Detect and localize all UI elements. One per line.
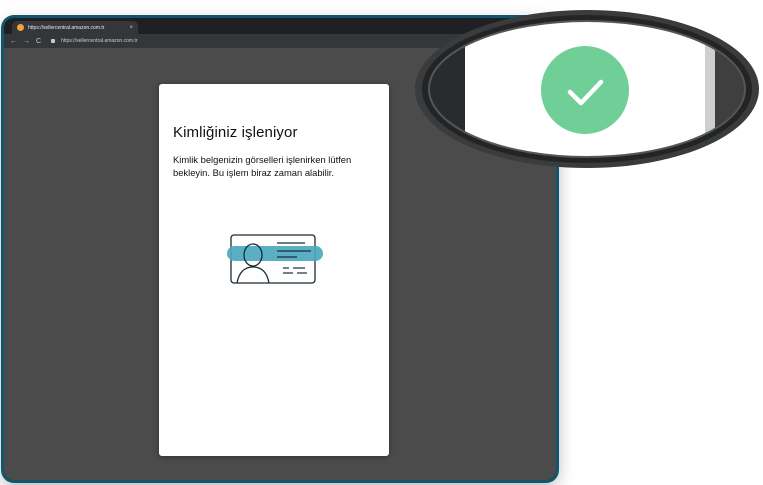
reload-icon[interactable]: C xyxy=(36,38,41,45)
tab-close-icon[interactable]: × xyxy=(129,25,133,31)
forward-icon[interactable]: → xyxy=(23,38,30,45)
url-input[interactable]: https://sellercentral.amazon.com.tr xyxy=(61,38,137,44)
success-circle xyxy=(541,46,629,134)
tab-title: https://sellercentral.amazon.com.tr xyxy=(28,24,105,31)
id-card-icon xyxy=(227,234,323,284)
verification-dialog: Kimliğiniz işleniyor Kimlik belgenizin g… xyxy=(159,84,389,456)
back-icon[interactable]: ← xyxy=(10,38,17,45)
lock-icon xyxy=(51,39,56,43)
dialog-message: Kimlik belgenizin görselleri işlenirken … xyxy=(173,154,352,178)
browser-tab[interactable]: https://sellercentral.amazon.com.tr × xyxy=(12,21,138,34)
success-magnifier xyxy=(415,10,759,168)
dialog-title: Kimliğiniz işleniyor xyxy=(173,124,298,141)
favicon-icon xyxy=(17,24,24,31)
